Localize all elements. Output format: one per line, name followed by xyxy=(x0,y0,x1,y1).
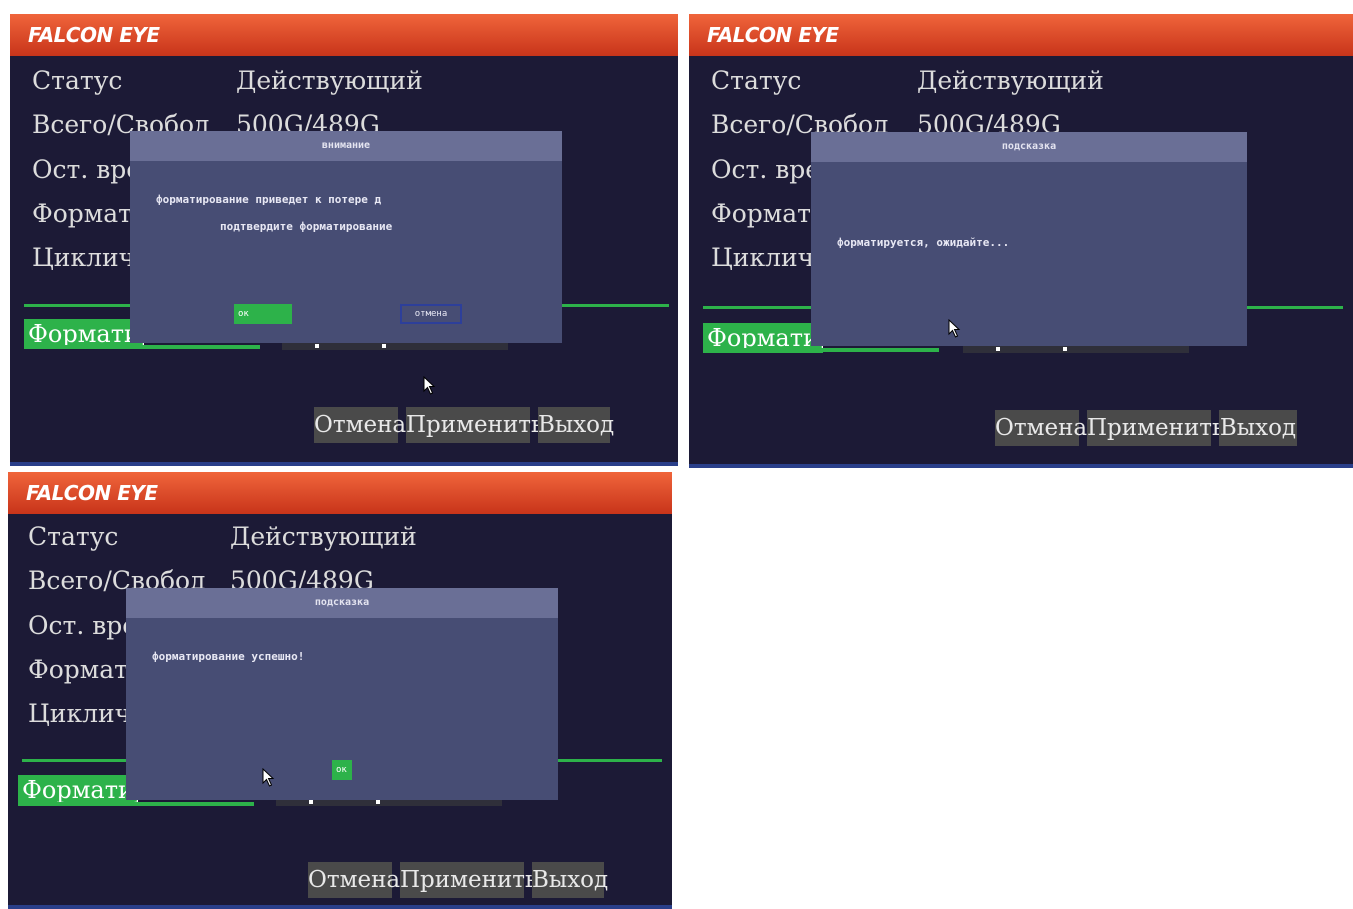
title-bar: FALCON EYE xyxy=(689,14,1353,56)
apply-button[interactable]: Применить xyxy=(400,862,538,898)
ok-button[interactable]: ок xyxy=(234,304,292,324)
remaining-time-label: Ост. вре xyxy=(32,155,142,184)
exit-button[interactable]: Выход xyxy=(532,862,608,898)
status-label: Статус xyxy=(32,66,123,95)
warning-dialog: внимание форматирование приведет к потер… xyxy=(130,131,562,343)
cancel-button[interactable]: Отмена xyxy=(314,407,406,443)
format-tab-underline xyxy=(703,348,939,352)
remaining-time-label: Ост. вре xyxy=(711,155,821,184)
title-bar: FALCON EYE xyxy=(8,472,672,514)
hint-dialog: подсказка форматируется, ожидайте... xyxy=(811,132,1247,346)
dialog-cancel-button[interactable]: отмена xyxy=(400,304,462,324)
dialog-title: внимание xyxy=(130,131,562,161)
format-tab-underline xyxy=(24,345,260,349)
dialog-message-line: форматируется, ожидайте... xyxy=(837,236,1010,249)
status-label: Статус xyxy=(711,66,802,95)
mouse-cursor-icon xyxy=(423,376,436,395)
status-value: Действующий xyxy=(236,66,423,95)
dialog-title: подсказка xyxy=(811,132,1247,162)
dvr-screen-success: FALCON EYE Статус Действующий Всего/Своб… xyxy=(8,472,672,909)
brand-logo: FALCON EYE xyxy=(707,23,839,47)
mouse-cursor-icon xyxy=(262,768,275,787)
exit-button[interactable]: Выход xyxy=(538,407,614,443)
brand-logo: FALCON EYE xyxy=(26,481,158,505)
ok-button[interactable]: ок xyxy=(332,760,352,780)
progress-strip xyxy=(963,345,1189,353)
remaining-time-label: Ост. вре xyxy=(28,611,138,640)
dialog-message-line: форматирование приведет к потере д xyxy=(156,193,382,206)
status-value: Действующий xyxy=(917,66,1104,95)
dialog-message-line: подтвердите форматирование xyxy=(220,220,393,233)
apply-button[interactable]: Применить xyxy=(406,407,544,443)
dvr-screen-formatting: FALCON EYE Статус Действующий Всего/Своб… xyxy=(689,14,1353,468)
dialog-message-line: форматирование успешно! xyxy=(152,650,305,663)
mouse-cursor-icon xyxy=(948,319,961,338)
brand-logo: FALCON EYE xyxy=(28,23,160,47)
cancel-button[interactable]: Отмена xyxy=(308,862,400,898)
status-value: Действующий xyxy=(230,522,417,551)
strip-marker xyxy=(1063,347,1067,351)
strip-marker xyxy=(382,344,386,348)
exit-button[interactable]: Выход xyxy=(1219,410,1297,446)
hint-dialog: подсказка форматирование успешно! ок xyxy=(126,588,558,800)
format-tab-underline xyxy=(18,802,254,806)
dialog-title: подсказка xyxy=(126,588,558,618)
progress-strip xyxy=(282,342,508,350)
dvr-screen-warning: FALCON EYE Статус Действующий Всего/Своб… xyxy=(10,14,678,466)
strip-marker xyxy=(309,800,313,804)
cancel-button[interactable]: Отмена xyxy=(995,410,1087,446)
strip-marker xyxy=(315,344,319,348)
status-label: Статус xyxy=(28,522,119,551)
format-tab[interactable]: Форматир xyxy=(18,775,138,805)
title-bar: FALCON EYE xyxy=(10,14,678,56)
strip-marker xyxy=(376,800,380,804)
apply-button[interactable]: Применить xyxy=(1087,410,1225,446)
strip-marker xyxy=(996,347,1000,351)
